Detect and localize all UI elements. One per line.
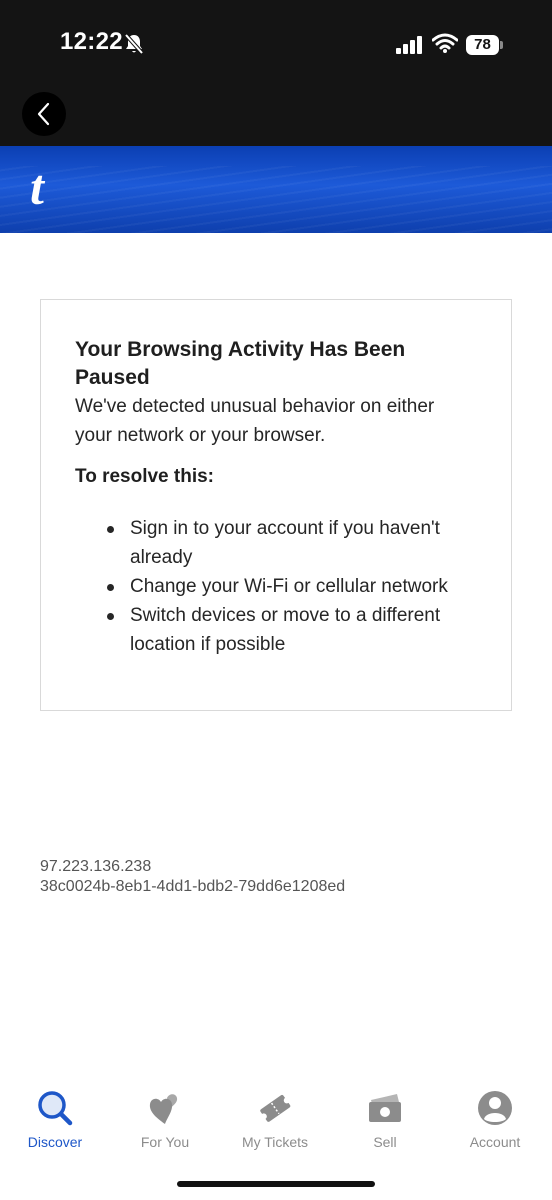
status-time: 12:22: [60, 28, 123, 55]
list-item: Change your Wi-Fi or cellular network: [75, 572, 495, 601]
nav-bar: [0, 88, 552, 146]
battery-tip: [500, 41, 503, 49]
tab-account[interactable]: Account: [440, 1088, 550, 1158]
tab-discover[interactable]: Discover: [0, 1088, 110, 1158]
wifi-icon: [432, 33, 458, 53]
battery-level: 78: [466, 35, 499, 55]
status-bar: 12:22 78: [0, 0, 552, 88]
hearts-icon: [149, 1094, 178, 1124]
resolution-steps: Sign in to your account if you haven't a…: [75, 514, 495, 659]
tab-for-you[interactable]: For You: [110, 1088, 220, 1158]
user-icon: [478, 1091, 512, 1125]
ticket-icon: [260, 1095, 291, 1122]
tab-label: For You: [140, 1134, 190, 1150]
card-subheading: To resolve this:: [75, 466, 215, 487]
battery-icon: 78: [466, 35, 503, 55]
tab-label: Sell: [373, 1134, 397, 1150]
card-title: Your Browsing Activity Has Been Paused: [75, 338, 406, 389]
ip-address: 97.223.136.238: [40, 858, 152, 875]
tab-label: My Tickets: [241, 1134, 309, 1150]
cash-icon: [369, 1094, 401, 1122]
tab-bar: Discover For You My Tickets Sell Account: [0, 1088, 552, 1168]
brand-logo: t: [30, 159, 44, 215]
list-item: Sign in to your account if you haven't a…: [75, 514, 495, 572]
bell-off-icon: [124, 33, 144, 55]
tab-sell[interactable]: Sell: [330, 1088, 440, 1158]
signal-icon: [396, 36, 422, 54]
brand-header: t: [0, 146, 552, 233]
chevron-left-icon: [37, 102, 50, 126]
home-indicator: [177, 1181, 375, 1187]
card-description: We've detected unusual behavior on eithe…: [75, 396, 435, 446]
list-item: Switch devices or move to a different lo…: [75, 601, 495, 659]
tab-label: Discover: [27, 1134, 83, 1150]
tab-my-tickets[interactable]: My Tickets: [220, 1088, 330, 1158]
request-id: 38c0024b-8eb1-4dd1-bdb2-79dd6e1208ed: [40, 878, 346, 895]
debug-info: 97.223.136.238 38c0024b-8eb1-4dd1-bdb2-7…: [40, 857, 345, 897]
screen: 12:22 78 t Your Browsing Activity Has Be…: [0, 0, 552, 1200]
tab-label: Account: [469, 1134, 521, 1150]
back-button[interactable]: [22, 92, 66, 136]
search-icon: [38, 1091, 73, 1126]
message-card: Your Browsing Activity Has Been Paused W…: [40, 299, 512, 711]
